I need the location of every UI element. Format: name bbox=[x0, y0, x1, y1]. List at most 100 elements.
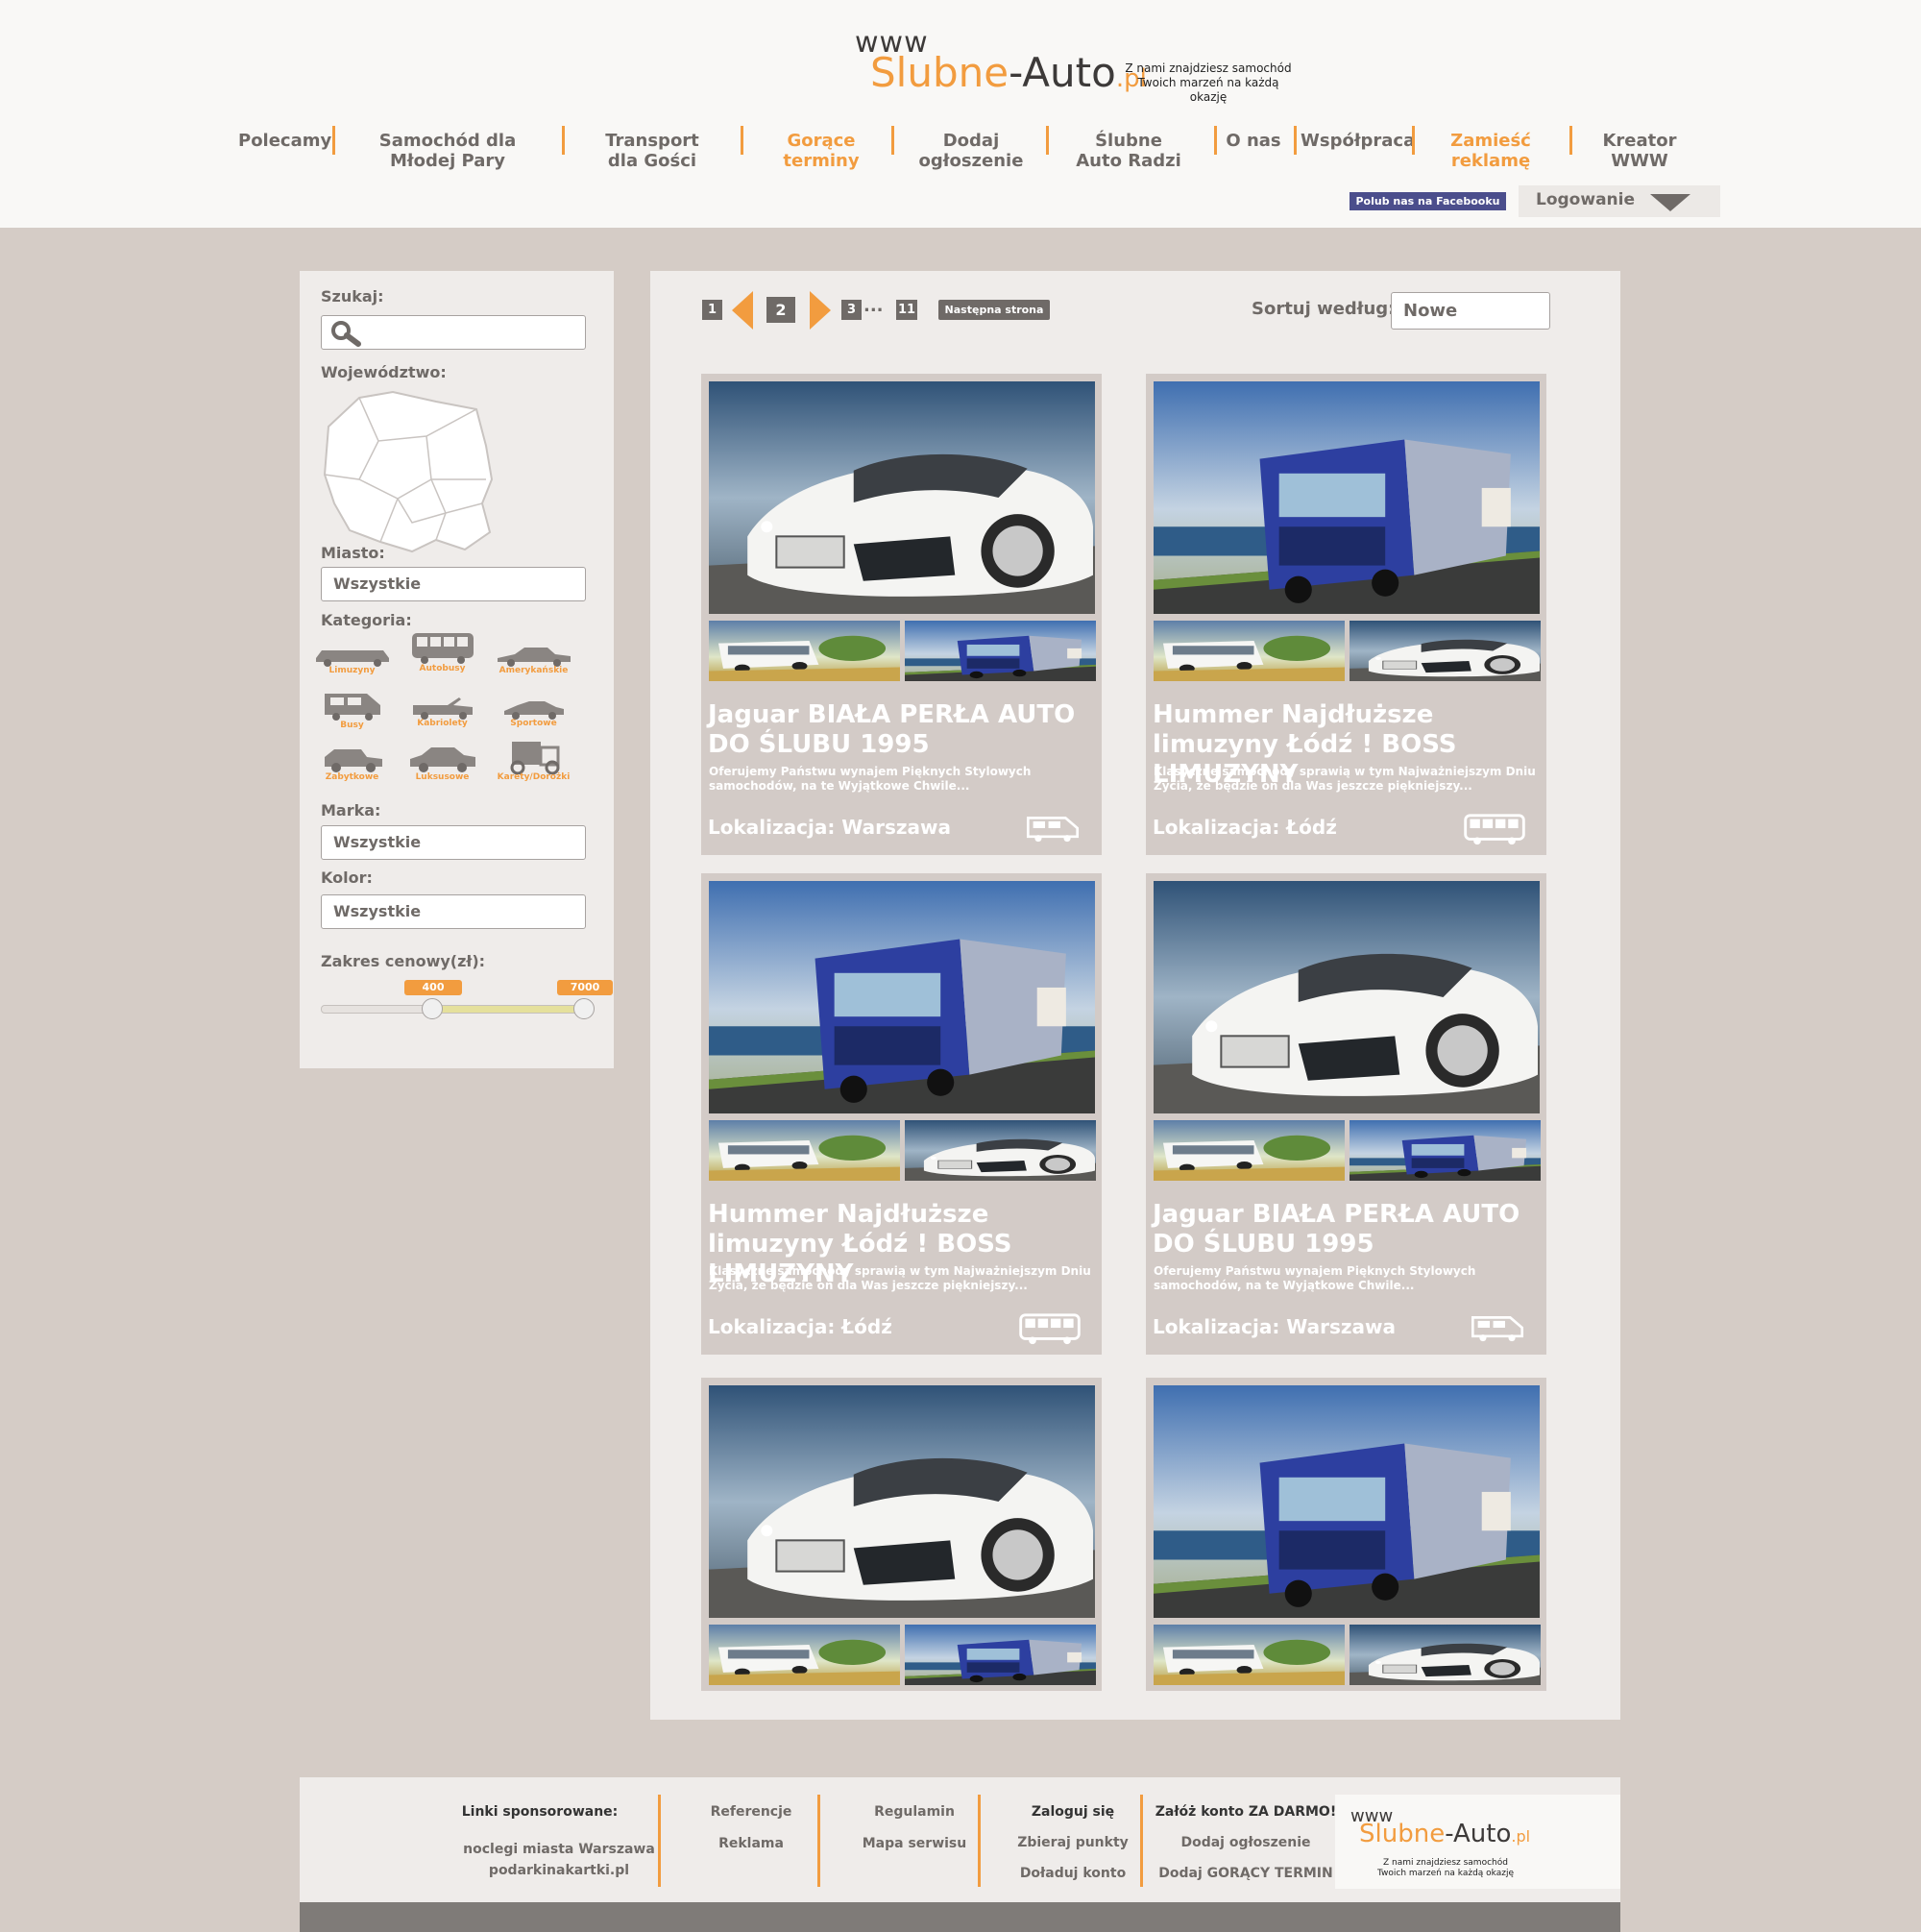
category-label: Kategoria: bbox=[321, 611, 412, 629]
category-kabriolety[interactable]: Kabriolety bbox=[397, 692, 488, 745]
footer-link-dodaj-ogloszenie[interactable]: Dodaj ogłoszenie bbox=[1150, 1835, 1342, 1850]
footer-link-doladuj-konto[interactable]: Doładuj konto bbox=[1001, 1866, 1145, 1881]
sort-label: Sortuj według: bbox=[1252, 299, 1396, 319]
page-3-link[interactable]: 3 bbox=[841, 300, 862, 320]
listing-card[interactable] bbox=[1146, 1378, 1546, 1691]
listing-main-photo[interactable] bbox=[709, 1385, 1095, 1618]
category-luksusowe[interactable]: Luksusowe bbox=[397, 742, 488, 795]
sports-car-icon bbox=[503, 701, 564, 720]
listing-card[interactable]: Hummer Najdłuższe limuzyny Łódź ! BOSS L… bbox=[1146, 374, 1546, 855]
nav-dodaj-ogloszenie[interactable]: Dodaj ogłoszenie bbox=[898, 131, 1044, 177]
next-arrow-icon[interactable] bbox=[808, 291, 831, 330]
login-label: Logowanie bbox=[1536, 190, 1635, 209]
listing-title[interactable]: Jaguar BIAŁA PERŁA AUTO DO ŚLUBU 1995 bbox=[708, 700, 1097, 760]
van-icon bbox=[1471, 1316, 1524, 1342]
listing-main-photo[interactable] bbox=[709, 881, 1095, 1113]
footer-separator bbox=[1140, 1795, 1143, 1887]
footer-logo[interactable]: www Slubne-Auto.pl Z nami znajdziesz sam… bbox=[1335, 1795, 1620, 1889]
luxury-car-icon bbox=[409, 747, 475, 772]
listing-main-photo[interactable] bbox=[709, 381, 1095, 614]
nav-transport-dla-gosci[interactable]: Transport dla Gości bbox=[590, 131, 715, 177]
price-slider-max-handle[interactable] bbox=[573, 998, 595, 1019]
category-karety-dorozki[interactable]: Karety/Dorożki bbox=[488, 736, 579, 789]
nav-separator bbox=[891, 126, 894, 155]
sort-select[interactable]: Nowe bbox=[1391, 292, 1550, 330]
listing-card[interactable]: Jaguar BIAŁA PERŁA AUTO DO ŚLUBU 1995 Of… bbox=[701, 374, 1102, 855]
listing-thumbnail[interactable] bbox=[709, 621, 900, 681]
brand-select[interactable]: Wszystkie bbox=[321, 825, 586, 860]
listing-thumbnail[interactable] bbox=[709, 1625, 900, 1685]
listing-thumbnail[interactable] bbox=[709, 1120, 900, 1181]
footer-link-reklama[interactable]: Reklama bbox=[684, 1836, 818, 1851]
nav-kreator-www[interactable]: Kreator WWW bbox=[1598, 131, 1681, 177]
van-icon bbox=[324, 694, 380, 721]
site-logo[interactable]: www Slubne-Auto.pl bbox=[855, 29, 1147, 98]
footer-link-zbieraj-punkty[interactable]: Zbieraj punkty bbox=[1001, 1835, 1145, 1850]
listing-thumbnail[interactable] bbox=[1154, 1625, 1345, 1685]
nav-zamiesc-reklame[interactable]: Zamieść reklamę bbox=[1443, 131, 1539, 177]
prev-arrow-icon[interactable] bbox=[732, 291, 755, 330]
price-range-label: Zakres cenowy(zł): bbox=[321, 952, 486, 970]
nav-polecamy[interactable]: Polecamy bbox=[238, 131, 331, 177]
category-amerykanskie[interactable]: Amerykańskie bbox=[488, 639, 579, 692]
listing-description: Oferujemy Państwu wynajem Pięknych Stylo… bbox=[709, 765, 1032, 793]
listing-location: Lokalizacja: Warszawa bbox=[1153, 1315, 1397, 1338]
category-limuzyny[interactable]: Limuzyny bbox=[306, 639, 398, 692]
footer-bottom-bar bbox=[300, 1902, 1620, 1932]
chevron-down-icon bbox=[1650, 194, 1690, 211]
nav-separator bbox=[332, 126, 335, 155]
listing-thumbnail[interactable] bbox=[905, 1625, 1096, 1685]
sponsored-link[interactable]: noclegi miasta Warszawa bbox=[453, 1842, 665, 1857]
sponsored-link[interactable]: podarkinakartki.pl bbox=[453, 1863, 665, 1878]
nav-separator bbox=[1294, 126, 1297, 155]
city-select[interactable]: Wszystkie bbox=[321, 567, 586, 601]
nav-separator bbox=[741, 126, 743, 155]
color-select[interactable]: Wszystkie bbox=[321, 894, 586, 929]
footer-link-dodaj-goracy-termin[interactable]: Dodaj GORĄCY TERMIN bbox=[1150, 1866, 1342, 1881]
footer-link-referencje[interactable]: Referencje bbox=[684, 1804, 818, 1820]
nav-gorace-terminy[interactable]: Gorące terminy bbox=[751, 131, 891, 177]
logo-wordmark: Slubne-Auto.pl bbox=[870, 49, 1147, 96]
page-2-current[interactable]: 2 bbox=[766, 297, 795, 323]
listing-location: Lokalizacja: Warszawa bbox=[708, 816, 952, 839]
footer-login-heading[interactable]: Zaloguj się bbox=[1001, 1804, 1145, 1820]
listing-thumbnail[interactable] bbox=[1154, 621, 1345, 681]
price-slider-min-handle[interactable] bbox=[422, 998, 443, 1019]
listing-main-photo[interactable] bbox=[1154, 881, 1540, 1113]
listing-main-photo[interactable] bbox=[1154, 381, 1540, 614]
listing-thumbnail[interactable] bbox=[1350, 621, 1541, 681]
category-autobusy[interactable]: Autobusy bbox=[397, 629, 488, 682]
footer-register-heading[interactable]: Załóż konto ZA DARMO! bbox=[1150, 1804, 1342, 1820]
listing-thumbnail[interactable] bbox=[905, 1120, 1096, 1181]
search-icon bbox=[331, 321, 361, 347]
listing-thumbnail[interactable] bbox=[905, 621, 1096, 681]
search-input[interactable] bbox=[321, 315, 586, 350]
listing-title[interactable]: Jaguar BIAŁA PERŁA AUTO DO ŚLUBU 1995 bbox=[1153, 1200, 1542, 1259]
nav-wspolpraca[interactable]: Współpraca bbox=[1301, 131, 1415, 177]
listing-card[interactable]: Jaguar BIAŁA PERŁA AUTO DO ŚLUBU 1995 Of… bbox=[1146, 873, 1546, 1355]
listing-thumbnail[interactable] bbox=[1350, 1120, 1541, 1181]
listing-thumbnail[interactable] bbox=[1154, 1120, 1345, 1181]
facebook-like-button[interactable]: Polub nas na Facebooku bbox=[1350, 192, 1506, 210]
brand-label: Marka: bbox=[321, 801, 381, 819]
listing-main-photo[interactable] bbox=[1154, 1385, 1540, 1618]
listing-description: Klasyczne samochody sprawią w tym Najważ… bbox=[1154, 765, 1536, 793]
nav-o-nas[interactable]: O nas bbox=[1226, 131, 1281, 177]
nav-slubne-auto-radzi[interactable]: Ślubne Auto Radzi bbox=[1071, 131, 1186, 177]
listing-card[interactable]: Hummer Najdłuższe limuzyny Łódź ! BOSS L… bbox=[701, 873, 1102, 1355]
sponsored-links-heading: Linki sponsorowane: bbox=[461, 1804, 619, 1820]
category-zabytkowe[interactable]: Zabytkowe bbox=[306, 742, 398, 795]
american-car-icon bbox=[497, 648, 571, 667]
poland-map-icon[interactable] bbox=[321, 388, 494, 553]
page-11-link[interactable]: 11 bbox=[896, 300, 917, 320]
page-1-link[interactable]: 1 bbox=[702, 300, 722, 320]
footer-link-mapa-serwisu[interactable]: Mapa serwisu bbox=[842, 1836, 986, 1851]
nav-samochod-dla-mlodej-pary[interactable]: Samochód dla Młodej Pary bbox=[352, 131, 544, 177]
listing-thumbnail[interactable] bbox=[1350, 1625, 1541, 1685]
login-dropdown[interactable]: Logowanie bbox=[1519, 185, 1720, 217]
listing-card[interactable] bbox=[701, 1378, 1102, 1691]
next-page-button[interactable]: Następna strona bbox=[938, 300, 1050, 320]
category-busy[interactable]: Busy bbox=[306, 688, 398, 741]
nav-separator bbox=[1046, 126, 1049, 155]
footer-link-regulamin[interactable]: Regulamin bbox=[842, 1804, 986, 1820]
